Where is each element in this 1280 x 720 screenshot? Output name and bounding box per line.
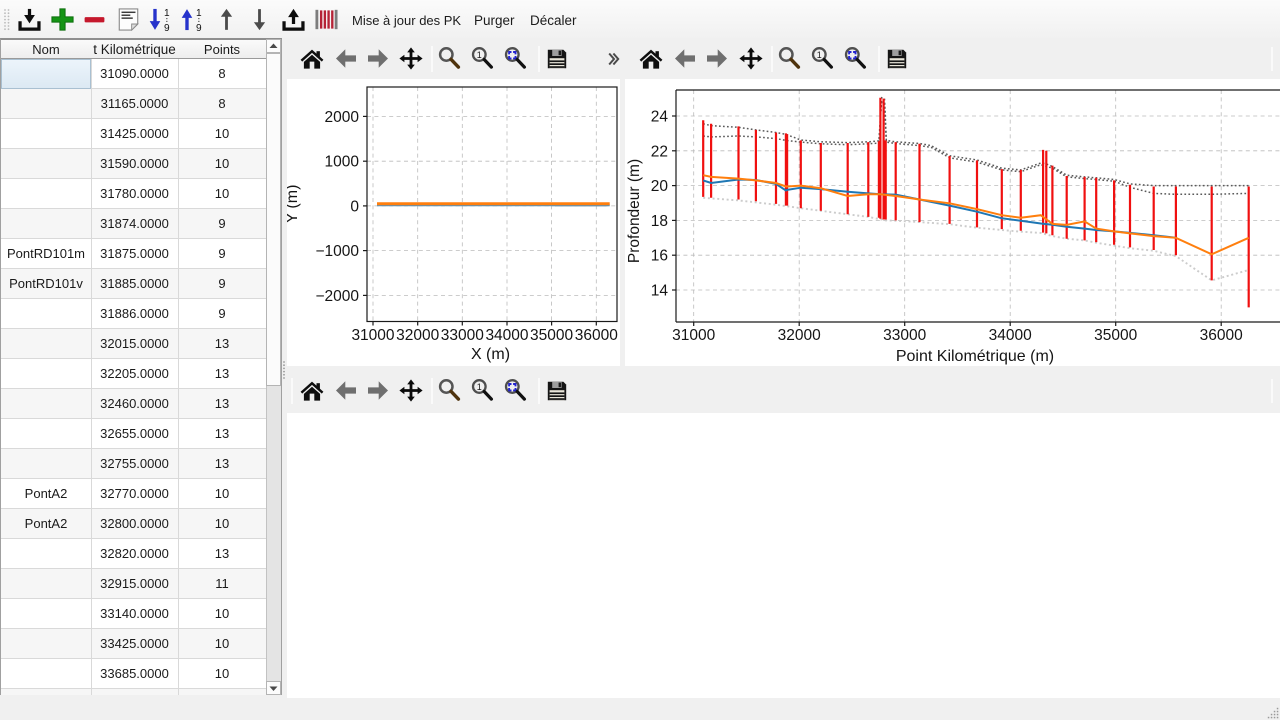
svg-text:36000: 36000 bbox=[1200, 327, 1243, 344]
svg-text:35000: 35000 bbox=[1094, 327, 1137, 344]
svg-text:31000: 31000 bbox=[351, 327, 394, 344]
svg-text:X (m): X (m) bbox=[471, 346, 510, 363]
svg-text:32000: 32000 bbox=[778, 327, 821, 344]
svg-text:1000: 1000 bbox=[325, 154, 360, 171]
svg-text:16: 16 bbox=[651, 248, 668, 265]
svg-text:24: 24 bbox=[651, 109, 669, 126]
svg-text:33000: 33000 bbox=[441, 327, 484, 344]
svg-text:Y (m): Y (m) bbox=[287, 185, 301, 224]
svg-text:33000: 33000 bbox=[883, 327, 926, 344]
svg-text:14: 14 bbox=[651, 283, 669, 300]
svg-text:Point Kilométrique (m): Point Kilométrique (m) bbox=[896, 348, 1054, 365]
svg-text:Profondeur (m): Profondeur (m) bbox=[626, 159, 643, 263]
svg-text:−1000: −1000 bbox=[315, 243, 359, 260]
svg-text:34000: 34000 bbox=[485, 327, 528, 344]
svg-text:36000: 36000 bbox=[575, 327, 618, 344]
svg-text:31000: 31000 bbox=[672, 327, 715, 344]
svg-text:0: 0 bbox=[350, 198, 359, 215]
svg-text:35000: 35000 bbox=[530, 327, 573, 344]
svg-text:22: 22 bbox=[651, 143, 668, 160]
svg-text:2000: 2000 bbox=[325, 109, 360, 126]
svg-text:20: 20 bbox=[651, 178, 669, 195]
svg-text:34000: 34000 bbox=[989, 327, 1032, 344]
svg-text:−2000: −2000 bbox=[315, 288, 359, 305]
svg-text:18: 18 bbox=[651, 213, 668, 230]
svg-text:32000: 32000 bbox=[396, 327, 439, 344]
